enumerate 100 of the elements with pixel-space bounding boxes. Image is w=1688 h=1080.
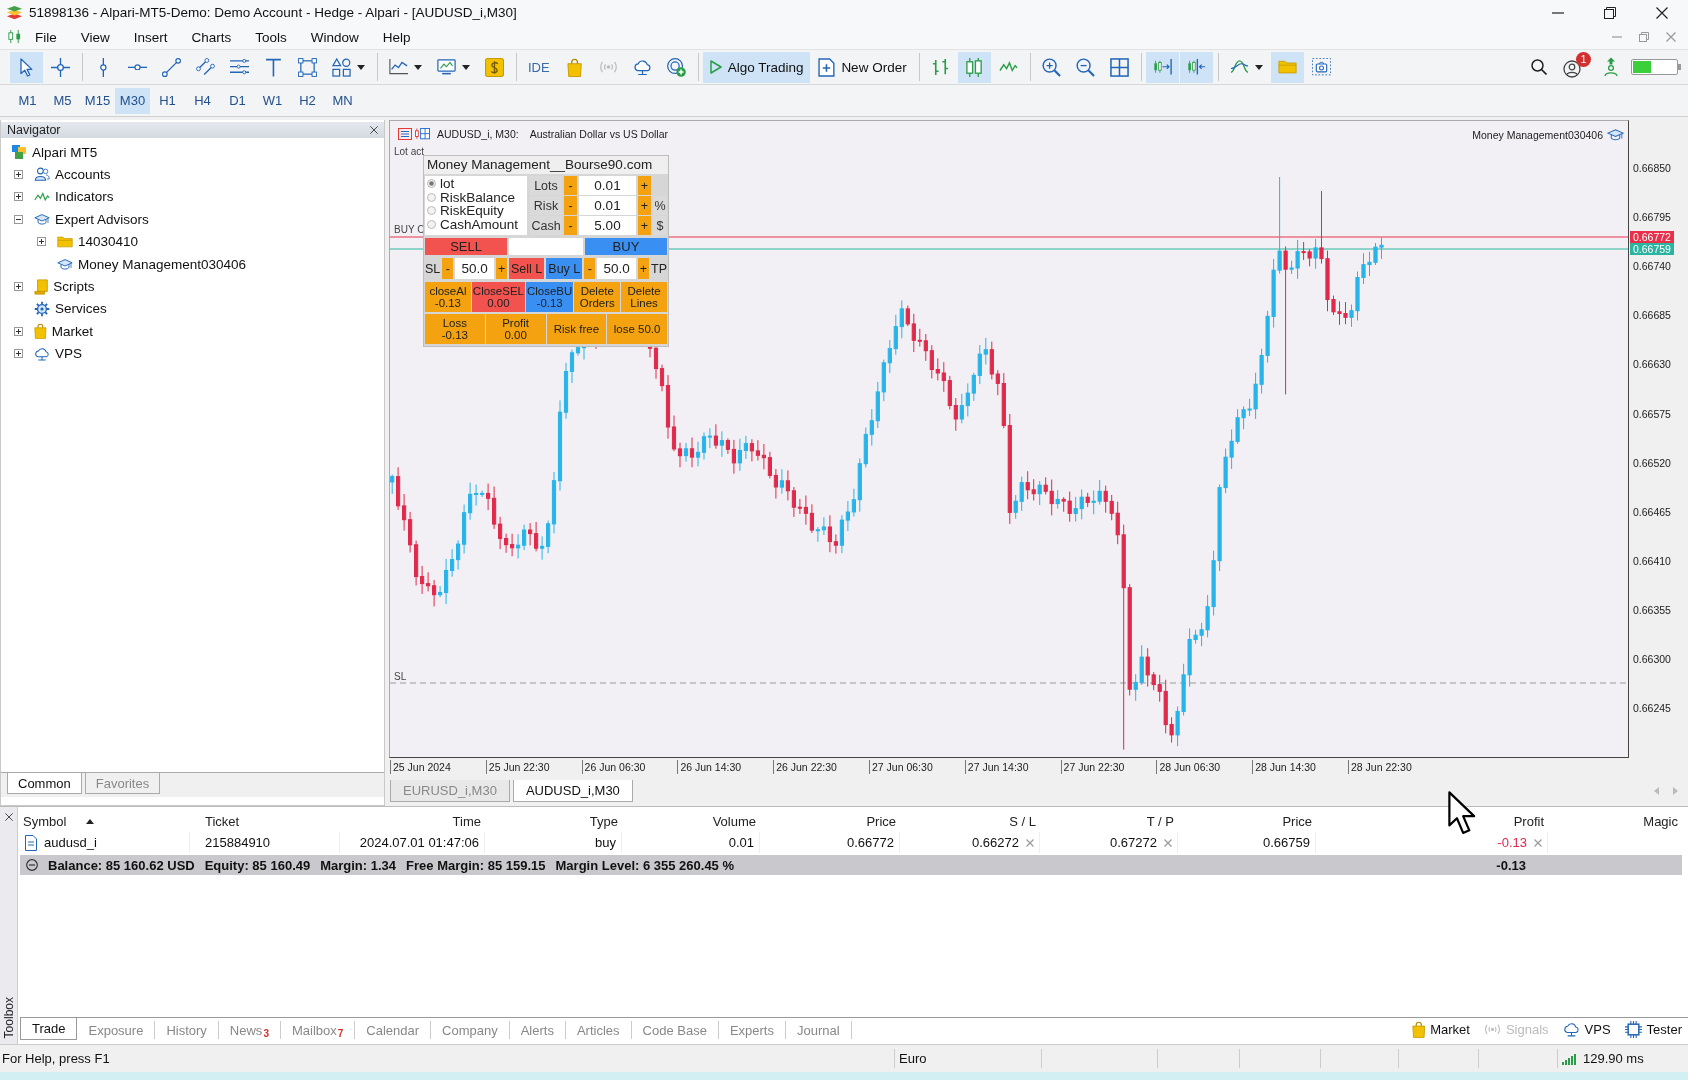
toolbar-button[interactable]	[1145, 51, 1179, 83]
action-button[interactable]: Delete Lines	[621, 282, 667, 312]
tree-item[interactable]: Expert Advisors	[55, 211, 149, 227]
plus-button[interactable]: +	[496, 258, 508, 279]
column-header[interactable]: Symbol	[20, 811, 190, 832]
toolbox-tab[interactable]: Journal	[785, 1021, 852, 1039]
menu-item[interactable]: Window	[298, 26, 371, 48]
action-button[interactable]: Profit 0.00	[485, 314, 546, 344]
action-button[interactable]: CloseSEL 0.00	[471, 282, 525, 312]
close-button[interactable]	[4, 813, 13, 821]
action-button[interactable]: lose 50.0	[607, 314, 667, 344]
column-header[interactable]: Magic	[1548, 811, 1682, 832]
radio-button-icon[interactable]	[427, 206, 436, 216]
buy-button[interactable]: BUY	[584, 238, 667, 255]
action-button[interactable]: Risk free	[546, 314, 607, 344]
timeframe-button[interactable]: M30	[115, 87, 150, 114]
radio-option[interactable]: CashAmount	[427, 217, 525, 231]
column-header[interactable]: S / L	[900, 811, 1040, 832]
toolbox-tab[interactable]: Articles	[565, 1021, 632, 1039]
toolbox-tab[interactable]: Trade	[20, 1018, 78, 1040]
minus-button[interactable]: -	[442, 258, 454, 279]
sell-button[interactable]: SELL	[425, 238, 508, 255]
radio-option[interactable]: RiskBalance	[427, 190, 525, 204]
timeframe-button[interactable]: M1	[10, 87, 45, 114]
plus-box-icon[interactable]	[14, 170, 23, 180]
menu-item[interactable]: Insert	[121, 26, 180, 48]
column-header[interactable]: Type	[485, 811, 622, 832]
radio-button-icon[interactable]	[427, 219, 436, 229]
tree-item[interactable]: Accounts	[55, 167, 111, 183]
menu-item[interactable]: Charts	[179, 26, 244, 48]
value-field[interactable]: 50.0	[455, 258, 495, 279]
radio-button-icon[interactable]	[427, 179, 436, 189]
tree-item[interactable]: Scripts	[53, 279, 95, 295]
action-button[interactable]: Delete Orders	[574, 282, 621, 312]
menu-item[interactable]: Help	[370, 26, 423, 48]
timeframe-button[interactable]: H4	[185, 87, 220, 114]
radio-option[interactable]: lot	[427, 177, 525, 191]
timeframe-button[interactable]: D1	[220, 87, 255, 114]
tree-item[interactable]: Market	[51, 323, 94, 339]
plus-button[interactable]: +	[638, 176, 651, 195]
minus-button[interactable]: -	[564, 196, 577, 215]
chart-tab[interactable]: AUDUSD_i,M30	[512, 780, 633, 802]
toolbox-tab[interactable]: History	[155, 1021, 219, 1039]
tree-item[interactable]: Alpari MT5	[32, 144, 98, 160]
column-header[interactable]: Ticket	[190, 811, 340, 832]
remove-icon[interactable]	[1534, 838, 1542, 847]
toolbox-link[interactable]: Tester	[1624, 1021, 1682, 1038]
value-field[interactable]: 50.0	[597, 258, 636, 279]
column-header[interactable]: Price	[760, 811, 900, 832]
plus-button[interactable]: +	[638, 196, 651, 215]
plus-box-icon[interactable]	[37, 237, 46, 247]
tree-item[interactable]: Money Management030406	[78, 256, 247, 272]
remove-icon[interactable]	[1164, 838, 1172, 847]
radio-button-icon[interactable]	[427, 192, 436, 202]
notifications-button[interactable]: 1	[1559, 52, 1591, 82]
toolbox-tab[interactable]: Exposure	[77, 1021, 156, 1039]
action-button[interactable]: Loss -0.13	[425, 314, 485, 344]
buy-limit-button[interactable]: Buy L	[546, 258, 583, 279]
toolbar-button[interactable]	[1179, 51, 1213, 83]
tree-item[interactable]: Indicators	[55, 189, 114, 205]
toolbox-link[interactable]: VPS	[1562, 1022, 1611, 1037]
close-button[interactable]	[370, 126, 378, 134]
action-button[interactable]: CloseBU -0.13	[525, 282, 574, 312]
plus-button[interactable]: +	[638, 216, 651, 235]
plus-box-icon[interactable]	[14, 326, 23, 336]
menu-item[interactable]: File	[23, 26, 69, 48]
timeframe-button[interactable]: H2	[290, 87, 325, 114]
toolbox-tab[interactable]: Alerts	[509, 1021, 566, 1039]
minus-button[interactable]: -	[564, 216, 577, 235]
value-field[interactable]: 0.01	[579, 196, 636, 215]
column-header[interactable]: Price	[1178, 811, 1316, 832]
minus-box-icon[interactable]	[14, 214, 23, 224]
timeframe-button[interactable]: H1	[150, 87, 185, 114]
tree-item[interactable]: VPS	[55, 346, 82, 362]
toolbox-tab[interactable]: Company	[431, 1021, 510, 1039]
minus-button[interactable]: -	[564, 176, 577, 195]
action-button[interactable]: closeAl -0.13	[425, 282, 471, 312]
plus-box-icon[interactable]	[14, 192, 23, 202]
column-header[interactable]: Volume	[622, 811, 760, 832]
menu-item[interactable]: View	[68, 26, 122, 48]
minus-circle-icon[interactable]	[26, 859, 38, 871]
toolbar-button[interactable]: IDE	[521, 51, 557, 83]
value-field[interactable]: 0.01	[579, 176, 636, 195]
toolbar-button[interactable]: Algo Trading	[702, 51, 811, 83]
toolbox-tab[interactable]: Code Base	[631, 1021, 719, 1039]
toolbar-button[interactable]: New Order	[811, 51, 914, 83]
tree-item[interactable]: 14030410	[78, 234, 139, 250]
toolbox-tab[interactable]: Calendar	[355, 1021, 432, 1039]
radio-option[interactable]: RiskEquity	[427, 204, 525, 218]
tree-item[interactable]: Services	[55, 301, 107, 317]
plus-button[interactable]: +	[638, 258, 649, 279]
timeframe-button[interactable]: MN	[325, 87, 360, 114]
toolbar-button[interactable]	[957, 51, 991, 83]
value-field[interactable]: 5.00	[579, 216, 636, 235]
text-field[interactable]	[509, 238, 583, 255]
toolbox-tab[interactable]: Experts	[718, 1021, 786, 1039]
toolbar-button[interactable]	[10, 51, 43, 83]
menu-item[interactable]: Tools	[243, 26, 299, 48]
remove-icon[interactable]	[1026, 838, 1034, 847]
timeframe-button[interactable]: M5	[45, 87, 80, 114]
